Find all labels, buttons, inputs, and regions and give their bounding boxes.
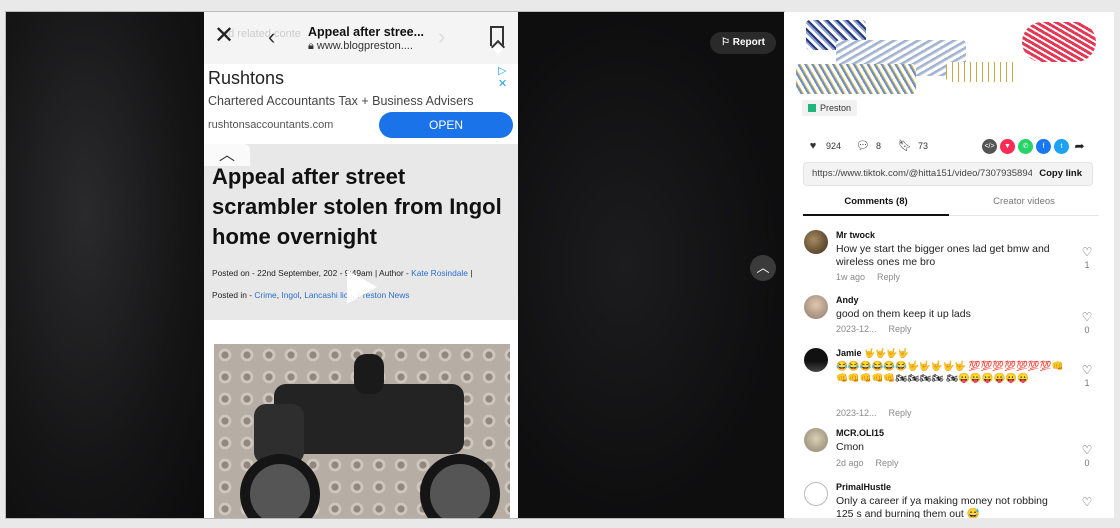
copy-link-button[interactable]: Copy link: [1039, 163, 1082, 185]
video-frame[interactable]: nd related conte ✕ ‹ Appeal after stree.…: [204, 12, 518, 518]
save-count: 73: [918, 141, 929, 151]
comment-text: Only a career if ya making money not rob…: [836, 495, 1048, 518]
lock-icon: 🔒︎: [308, 40, 314, 52]
ad-open-button: OPEN: [379, 112, 513, 138]
comment-time: 2d ago: [836, 458, 864, 468]
avatar[interactable]: [804, 348, 828, 372]
whatsapp-icon[interactable]: ✆: [1018, 139, 1033, 154]
previous-video-button[interactable]: ︿: [750, 255, 776, 281]
browser-url: 🔒︎ www.blogpreston....: [308, 40, 413, 53]
reply-button[interactable]: Reply: [876, 458, 899, 468]
location-label: Preston: [820, 103, 852, 113]
comment-like-icon[interactable]: ♡: [1080, 311, 1094, 323]
comment-author[interactable]: Andy: [836, 295, 859, 305]
comment-text: good on them keep it up lads: [836, 308, 971, 320]
heart-icon: ♥: [809, 140, 817, 152]
back-chevron-icon: ‹: [268, 24, 276, 49]
chevron-up-icon: ︿: [756, 260, 770, 275]
bookmark-icon: [490, 26, 504, 46]
category-crime: Crime: [254, 290, 277, 300]
comment-meta: 2023-12... Reply: [836, 408, 912, 418]
comment-text: 😂😂😂😂😂😂🤟🤟🤟🤟🤟 💯💯💯💯💯💯💯👊👊👊👊👊👊🏍🏍🏍🏍 🏍😛😛😛😛😛😛: [836, 361, 1064, 384]
share-arrow-icon[interactable]: ➦: [1072, 139, 1087, 154]
meta-author: Kate Rosindale: [411, 268, 468, 278]
reply-button[interactable]: Reply: [877, 272, 900, 282]
bookmark-icon: 🔖︎: [898, 140, 912, 152]
comment-like-icon[interactable]: ♡: [1080, 496, 1094, 508]
panel-tabs: Comments (8) Creator videos: [803, 192, 1099, 216]
ad-advertiser: Rushtons: [208, 68, 285, 88]
twitter-icon[interactable]: t: [1054, 139, 1069, 154]
forward-chevron-icon: ›: [438, 24, 446, 49]
tab-comments[interactable]: Comments (8): [803, 192, 949, 216]
comment-time: 1w ago: [836, 272, 866, 282]
reply-button[interactable]: Reply: [889, 324, 912, 334]
report-label: Report: [732, 37, 765, 48]
comment-list: Mr twock How ye start the bigger ones la…: [784, 222, 1114, 518]
motorbike-photo: [214, 344, 510, 518]
comment-meta: 2023-12... Reply: [836, 324, 912, 334]
comment-text: Cmon: [836, 441, 865, 453]
meta-date: Posted on - 22nd September, 202: [212, 268, 338, 278]
location-tag[interactable]: Preston: [802, 100, 858, 116]
comment-like-icon[interactable]: ♡: [1080, 364, 1094, 376]
save-button[interactable]: 🔖︎ 73: [898, 136, 928, 156]
comment-like-count: 1: [1084, 260, 1090, 270]
like-button[interactable]: ♥ 924: [806, 136, 841, 156]
adchoices-icon: ▷ ✕: [498, 65, 508, 90]
meta-posted-in: Posted in -: [212, 290, 255, 300]
side-panel: Preston ♥ 924 💬︎ 8 🔖︎ 73 </> ▼ ✆ f t ➦ http…: [784, 12, 1114, 518]
comment-author[interactable]: PrimalHustle: [836, 482, 891, 492]
comment-count: 8: [876, 141, 882, 151]
category-lancashire: Lancashi: [304, 290, 338, 300]
comment-author[interactable]: MCR.OLI15: [836, 428, 884, 438]
video-blur-left: [6, 12, 204, 518]
browser-toolbar: nd related conte ✕ ‹ Appeal after stree.…: [204, 12, 518, 64]
repost-icon[interactable]: ▼: [1000, 139, 1015, 154]
browser-title: Appeal after stree...: [308, 25, 425, 39]
meta-sep: |: [467, 268, 473, 278]
avatar[interactable]: [804, 230, 828, 254]
video-link-url[interactable]: https://www.tiktok.com/@hitta151/video/7…: [812, 163, 1032, 185]
comment-like-count: 0: [1084, 458, 1090, 468]
category-ingol: Ingol: [281, 290, 300, 300]
comment-like-count: 1: [1084, 378, 1090, 388]
comment-meta: 2d ago Reply: [836, 458, 899, 468]
close-icon: ✕: [214, 22, 235, 49]
facebook-icon[interactable]: f: [1036, 139, 1051, 154]
comment-text: How ye start the bigger ones lad get bmw…: [836, 243, 1050, 268]
video-link-box: https://www.tiktok.com/@hitta151/video/7…: [803, 162, 1093, 186]
tab-creator-videos[interactable]: Creator videos: [949, 192, 1099, 216]
ad-subtitle: Chartered Accountants Tax + Business Adv…: [208, 94, 474, 108]
description-image: [796, 12, 1106, 94]
app-frame: nd related conte ✕ ‹ Appeal after stree.…: [0, 0, 1120, 528]
comment-like-icon[interactable]: ♡: [1080, 444, 1094, 456]
comment-button[interactable]: 💬︎ 8: [856, 136, 881, 156]
comment-time: 2023-12...: [836, 324, 877, 334]
ad-domain: rushtonsaccountants.com: [208, 119, 334, 131]
comment-meta: 1w ago Reply: [836, 272, 900, 282]
flag-icon: ⚐: [721, 37, 730, 48]
browser-url-text: www.blogpreston....: [316, 40, 413, 52]
video-blur-right: [518, 12, 784, 518]
comment-author[interactable]: Mr twock: [836, 230, 875, 240]
reply-button[interactable]: Reply: [889, 408, 912, 418]
comment-author[interactable]: Jamie 🤟🤟🤟🤟: [836, 348, 909, 359]
comment-icon: 💬︎: [856, 140, 870, 152]
comment-like-count: 0: [1084, 325, 1090, 335]
location-pin-icon: [808, 104, 816, 112]
video-viewer[interactable]: nd related conte ✕ ‹ Appeal after stree.…: [6, 12, 784, 518]
play-icon[interactable]: [347, 270, 377, 304]
embed-icon[interactable]: </>: [982, 139, 997, 154]
avatar[interactable]: [804, 482, 828, 506]
article-headline: Appeal after street scrambler stolen fro…: [212, 164, 502, 249]
comment-like-icon[interactable]: ♡: [1080, 246, 1094, 258]
report-button[interactable]: ⚐ Report: [710, 32, 776, 54]
avatar[interactable]: [804, 295, 828, 319]
like-count: 924: [826, 141, 842, 151]
avatar[interactable]: [804, 428, 828, 452]
comment-time: 2023-12...: [836, 408, 877, 418]
